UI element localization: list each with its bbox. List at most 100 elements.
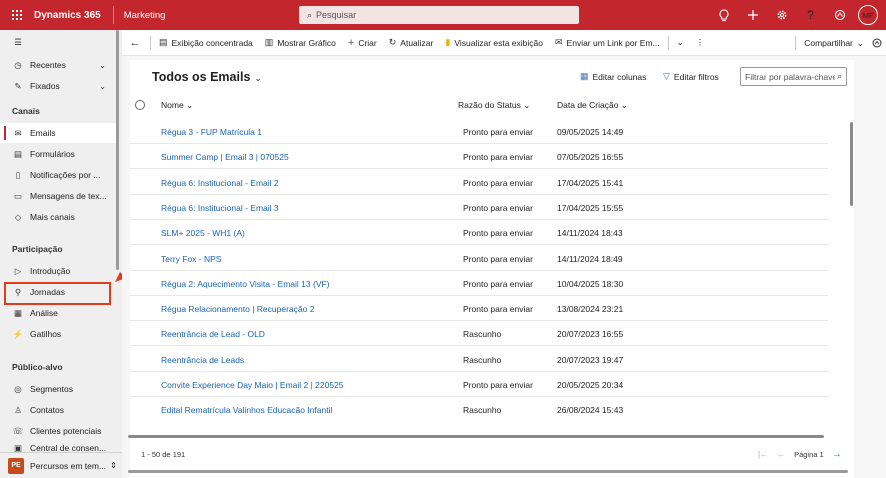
filter-icon: ▽	[663, 71, 670, 81]
created-date-cell: 20/05/2025 20:34	[557, 380, 624, 390]
sidebar-item-formularios[interactable]: ▤ Formulários	[0, 144, 116, 164]
sidebar-item-fixados[interactable]: ✎ Fixados ⌄	[0, 76, 116, 96]
refresh-button[interactable]: ↻ Atualizar	[383, 30, 440, 56]
column-header-label: Data de Criação	[557, 100, 619, 110]
table-row[interactable]: Régua 2: Aquecimento Visita - Email 13 (…	[130, 271, 828, 296]
search-icon: ⌕	[836, 71, 842, 81]
filter-placeholder: Filtrar por palavra-chave	[745, 71, 835, 82]
gear-icon[interactable]	[767, 0, 796, 30]
email-name-link[interactable]: Régua 6: Institucional - Email 2	[161, 178, 279, 188]
email-name-link[interactable]: Régua 3 - FUP Matrícula 1	[161, 127, 262, 137]
grid-vertical-scrollbar[interactable]	[850, 122, 853, 206]
table-row[interactable]: Reentrância de Lead - OLD Rascunho 20/07/2…	[130, 321, 828, 347]
sidebar-item-clientes-potenciais[interactable]: ☏ Clientes potenciais	[0, 421, 116, 441]
focused-view-button[interactable]: ▤ Exibição concentrada	[153, 30, 259, 56]
help-icon[interactable]: ?	[796, 0, 825, 30]
table-row[interactable]: Convite Experience Day Maio | Email 2 | …	[130, 372, 828, 397]
play-icon: ▷	[14, 265, 22, 276]
email-link-dropdown[interactable]: ⌄	[671, 30, 690, 56]
arrow-left-icon: ←	[129, 36, 141, 49]
hamburger-button[interactable]: ☰	[0, 32, 116, 52]
chevron-down-icon: ⌄	[99, 81, 106, 91]
status-cell: Pronto para enviar	[463, 253, 533, 264]
page-label: Página 1	[794, 450, 824, 459]
table-row[interactable]: Terry Fox - NPS Pronto para enviar 14/11/2…	[130, 246, 828, 271]
table-row[interactable]: Edital Rematrícula Valinhos Educação Inf…	[130, 397, 828, 413]
command-divider	[795, 36, 797, 50]
table-row[interactable]: Reentrância de Leads Rascunho 20/07/2023 1…	[130, 347, 828, 372]
sidebar-item-segmentos[interactable]: ◎ Segmentos	[0, 379, 116, 399]
edit-filters-button[interactable]: ▽ Editar filtros	[663, 71, 719, 82]
previous-page-icon[interactable]: ←	[777, 450, 785, 459]
lightbulb-icon[interactable]	[709, 0, 738, 30]
table-row[interactable]: Régua Relacionamento | Recuperação 2 Pron…	[130, 296, 828, 322]
edit-columns-button[interactable]: ▦ Editar colunas	[580, 71, 646, 82]
column-header-nome[interactable]: Nome ⌄	[161, 100, 193, 111]
email-name-link[interactable]: Summer Camp | Email 3 | 070525	[161, 152, 289, 162]
sidebar-item-emails[interactable]: ✉ Emails	[0, 123, 116, 143]
area-name[interactable]: Marketing	[114, 10, 166, 21]
copilot-side-button[interactable]	[868, 30, 886, 56]
sidebar-item-label: Análise	[30, 308, 58, 318]
global-search-input[interactable]: ⌕ Pesquisar	[299, 6, 579, 24]
sidebar-item-recentes[interactable]: ◷ Recentes ⌄	[0, 55, 116, 75]
grid-horizontal-scrollbar[interactable]	[128, 435, 824, 438]
chevron-down-icon: ⌄	[676, 37, 684, 47]
sidebar-item-label: Formulários	[30, 149, 75, 159]
status-cell: Pronto para enviar	[463, 228, 533, 239]
keyword-filter-input[interactable]: Filtrar por palavra-chave ⌕	[740, 67, 847, 86]
view-selector[interactable]: Todos os Emails ⌄	[152, 70, 262, 84]
sidebar-item-analise[interactable]: ▦ Análise	[0, 303, 116, 323]
table-row[interactable]: Régua 6: Institucional - Email 2 Pronto p…	[130, 170, 828, 195]
sidebar-item-label: Introdução	[30, 266, 71, 276]
email-link-button[interactable]: ✉ Enviar um Link por Em...	[549, 30, 666, 56]
sidebar-item-label: Segmentos	[30, 384, 73, 394]
chevron-updown-icon: ⇕	[110, 461, 117, 470]
plus-icon[interactable]	[738, 0, 767, 30]
sidebar-item-contatos[interactable]: ♙ Contatos	[0, 400, 116, 420]
more-commands-button[interactable]: ⋮	[690, 30, 711, 56]
show-chart-button[interactable]: ▥ Mostrar Gráfico	[259, 30, 342, 56]
chevron-down-icon: ⌄	[856, 37, 864, 48]
columns-icon: ▦	[580, 71, 589, 81]
page-horizontal-scrollbar[interactable]	[128, 470, 848, 473]
column-header-data-criacao[interactable]: Data de Criação ⌄	[557, 100, 628, 111]
visualize-view-button[interactable]: ▮ Visualizar esta exibição	[439, 30, 549, 56]
email-name-link[interactable]: SLM+ 2025 - WH1 (A)	[161, 228, 245, 238]
table-row[interactable]: SLM+ 2025 - WH1 (A) Pronto para enviar 14/…	[130, 220, 828, 246]
email-name-link[interactable]: Régua 6: Institucional - Email 3	[161, 203, 279, 213]
first-page-icon[interactable]: |←	[758, 450, 768, 459]
email-name-link[interactable]: Reentrância de Lead - OLD	[161, 329, 265, 339]
status-cell: Pronto para enviar	[463, 152, 533, 163]
email-name-link[interactable]: Reentrância de Leads	[161, 355, 244, 365]
share-button[interactable]: Compartilhar ⌄	[798, 30, 868, 56]
area-switcher[interactable]: PE Percursos em tem... ⇕	[0, 452, 122, 478]
email-name-link[interactable]: Régua 2: Aquecimento Visita - Email 13 (…	[161, 279, 330, 289]
avatar[interactable]: MF	[858, 5, 878, 25]
sidebar-item-mensagens[interactable]: ▭ Mensagens de tex...	[0, 186, 116, 206]
sidebar-item-mais-canais[interactable]: ◇ Mais canais	[0, 207, 116, 227]
app-launcher-button[interactable]	[0, 0, 34, 30]
next-page-icon[interactable]: →	[832, 449, 842, 460]
email-name-link[interactable]: Convite Experience Day Maio | Email 2 | …	[161, 380, 344, 390]
sidebar-item-label: Recentes	[30, 60, 66, 70]
sidebar-scrollbar[interactable]	[116, 30, 119, 270]
sidebar-item-gatilhos[interactable]: ⚡ Gatilhos	[0, 324, 116, 344]
column-header-razao-status[interactable]: Razão do Status ⌄	[458, 100, 530, 111]
app-name[interactable]: Dynamics 365	[34, 10, 113, 21]
create-button[interactable]: + Criar	[342, 30, 383, 56]
copilot-icon[interactable]	[825, 0, 854, 30]
command-divider	[667, 35, 669, 50]
table-row[interactable]: Régua 6: Institucional - Email 3 Pronto p…	[130, 195, 828, 220]
status-cell: Pronto para enviar	[463, 380, 533, 390]
table-row[interactable]: Régua 3 - FUP Matrícula 1 Pronto para env…	[130, 119, 828, 144]
sidebar-item-introducao[interactable]: ▷ Introdução	[0, 261, 116, 281]
more-vertical-icon: ⋮	[695, 37, 705, 47]
email-name-link[interactable]: Terry Fox - NPS	[161, 254, 221, 264]
table-row[interactable]: Summer Camp | Email 3 | 070525 Pronto par…	[130, 144, 828, 170]
email-name-link[interactable]: Edital Rematrícula Valinhos Educação Inf…	[161, 405, 332, 413]
chevron-down-icon: ⌄	[620, 100, 628, 110]
sidebar-item-notificacoes[interactable]: ▯ Notificações por ...	[0, 165, 116, 185]
email-name-link[interactable]: Régua Relacionamento | Recuperação 2	[161, 304, 314, 314]
back-button[interactable]: ←	[122, 30, 148, 56]
